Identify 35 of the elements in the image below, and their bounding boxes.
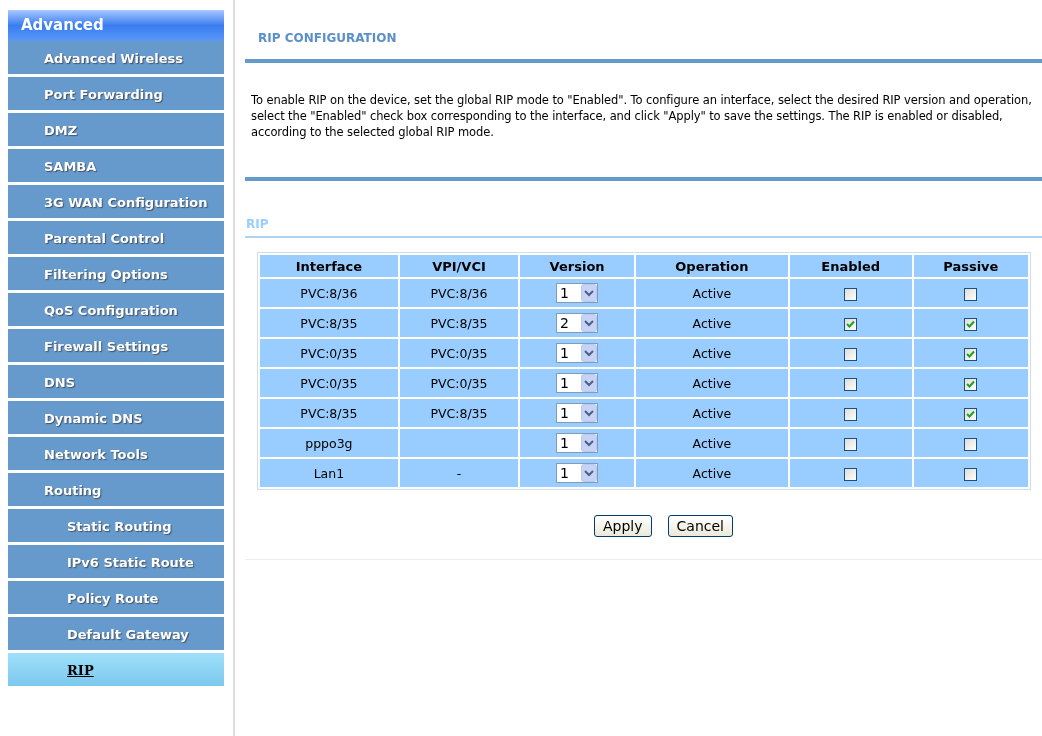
passive-checkbox[interactable] [964, 377, 978, 391]
version-dropdown[interactable]: 1 [556, 373, 599, 393]
passive-checkbox[interactable] [964, 407, 978, 421]
enabled-checkbox[interactable] [844, 467, 858, 481]
version-dropdown[interactable]: 1 [556, 343, 599, 363]
page-title: RIP CONFIGURATION [257, 30, 398, 47]
sidebar-header: Advanced [8, 10, 224, 41]
enabled-checkbox[interactable] [844, 317, 858, 331]
version-dropdown[interactable]: 1 [556, 403, 599, 423]
apply-button[interactable]: Apply [594, 515, 652, 537]
enabled-checkbox[interactable] [844, 377, 858, 391]
description-text: To enable RIP on the device, set the global RIP mode to "Enabled". To configure an interface, select the desired RIP version and operation, select the "Enabled" check box corresponding to the interface, and click "Apply" to save the settings. The RIP is enabled or disabled, according to the selected global RIP mode. [250, 92, 1033, 141]
cancel-button[interactable]: Cancel [667, 515, 733, 537]
chevron-icon [581, 464, 598, 482]
version-dropdown[interactable]: 1 [556, 283, 599, 303]
version-dropdown[interactable]: 1 [556, 433, 599, 453]
passive-checkbox[interactable] [964, 317, 978, 331]
sidebar-item[interactable]: RIP [8, 653, 224, 689]
passive-checkbox[interactable] [964, 287, 978, 301]
passive-checkbox[interactable] [964, 437, 978, 451]
chevron-icon [581, 314, 598, 332]
chevron-icon [581, 434, 598, 452]
chevron-icon [581, 344, 598, 362]
section-title: RIP [245, 216, 270, 233]
chevron-icon [581, 374, 598, 392]
passive-checkbox[interactable] [964, 467, 978, 481]
enabled-checkbox[interactable] [844, 347, 858, 361]
version-dropdown[interactable]: 2 [556, 313, 599, 333]
version-dropdown[interactable]: 1 [556, 463, 599, 483]
enabled-checkbox[interactable] [844, 437, 858, 451]
enabled-checkbox[interactable] [844, 287, 858, 301]
enabled-checkbox[interactable] [844, 407, 858, 421]
chevron-icon [581, 404, 598, 422]
passive-checkbox[interactable] [964, 347, 978, 361]
chevron-icon [581, 284, 598, 302]
